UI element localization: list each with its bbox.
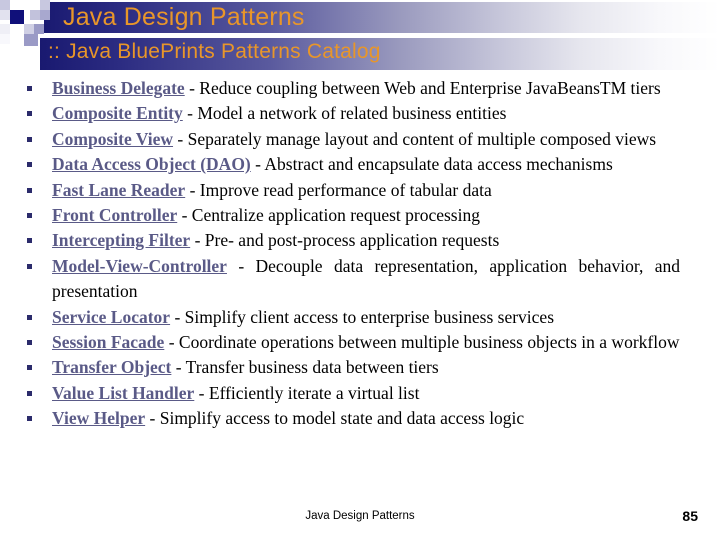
list-item: Value List Handler - Efficiently iterate… (0, 381, 720, 406)
pattern-description: - Improve read performance of tabular da… (185, 179, 492, 200)
list-item: Fast Lane Reader - Improve read performa… (0, 178, 720, 203)
pattern-description: - Centralize application request process… (177, 205, 480, 226)
decor-square (0, 34, 10, 44)
bullet-icon (27, 111, 32, 117)
pattern-description: - Transfer business data between tiers (171, 357, 439, 378)
slide-header: Java Design Patterns :: Java BluePrints … (0, 0, 720, 76)
list-item: Transfer Object - Transfer business data… (0, 355, 720, 380)
pattern-description: - Reduce coupling between Web and Enterp… (184, 78, 661, 98)
decor-square (40, 10, 50, 20)
list-item: Service Locator - Simplify client access… (0, 305, 720, 330)
list-item: Session Facade - Coordinate operations b… (0, 330, 720, 355)
list-item: Business Delegate - Reduce coupling betw… (0, 76, 720, 101)
pattern-list: Business Delegate - Reduce coupling betw… (0, 76, 720, 432)
list-item: Intercepting Filter - Pre- and post-proc… (0, 228, 720, 253)
pattern-link[interactable]: Fast Lane Reader (52, 180, 185, 200)
pattern-description: - Simplify client access to enterprise b… (170, 306, 555, 327)
list-item: Front Controller - Centralize applicatio… (0, 203, 720, 228)
decor-square (10, 0, 20, 10)
bullet-icon (27, 365, 32, 371)
pattern-link[interactable]: Intercepting Filter (52, 230, 190, 250)
pattern-link[interactable]: Transfer Object (52, 357, 171, 377)
list-item: Model-View-Controller - Decouple data re… (0, 254, 720, 305)
pattern-link[interactable]: Business Delegate (52, 78, 185, 98)
bullet-icon (27, 187, 32, 193)
bullet-icon (27, 416, 32, 422)
pattern-description: - Abstract and encapsulate data access m… (250, 154, 613, 175)
pattern-catalog-content: Business Delegate - Reduce coupling betw… (0, 76, 720, 432)
pattern-description: - Separately manage layout and content o… (173, 128, 657, 149)
decor-square (0, 10, 10, 20)
pattern-link[interactable]: Data Access Object (DAO) (52, 154, 251, 174)
bullet-icon (27, 162, 32, 168)
bullet-icon (27, 213, 32, 219)
decor-square (40, 0, 50, 10)
bullet-icon (27, 390, 32, 396)
pattern-description: - Coordinate operations between multiple… (164, 332, 680, 353)
slide-footer: Java Design Patterns 85 (0, 508, 720, 532)
decorative-squares (0, 0, 70, 62)
pattern-link[interactable]: Service Locator (52, 307, 170, 327)
bullet-icon (27, 238, 32, 244)
decor-square (30, 10, 40, 20)
pattern-description: - Efficiently iterate a virtual list (194, 382, 420, 403)
pattern-link[interactable]: Value List Handler (52, 383, 194, 403)
bullet-icon (27, 86, 32, 91)
page-number: 85 (682, 508, 698, 524)
pattern-link[interactable]: Composite View (52, 129, 173, 149)
decor-square (30, 0, 40, 10)
pattern-description: - Model a network of related business en… (182, 103, 507, 124)
decor-square (34, 24, 44, 34)
decor-square (24, 34, 38, 46)
bullet-icon (27, 340, 32, 346)
list-item: Data Access Object (DAO) - Abstract and … (0, 152, 720, 177)
footer-title: Java Design Patterns (305, 510, 415, 522)
pattern-link[interactable]: Front Controller (52, 205, 177, 225)
decor-square (10, 34, 20, 44)
bullet-icon (27, 263, 32, 269)
decor-square (0, 24, 10, 34)
decor-square (0, 0, 10, 10)
pattern-description: - Pre- and post-process application requ… (190, 230, 500, 251)
list-item: Composite View - Separately manage layou… (0, 127, 720, 152)
bullet-icon (27, 136, 32, 142)
bullet-icon (27, 314, 32, 320)
pattern-link[interactable]: Session Facade (52, 332, 164, 352)
pattern-link[interactable]: Composite Entity (52, 103, 183, 123)
page-title: Java Design Patterns (63, 3, 305, 31)
page-subtitle: :: Java BluePrints Patterns Catalog (48, 40, 381, 63)
pattern-link[interactable]: Model-View-Controller (52, 256, 227, 276)
decor-square (10, 10, 24, 24)
pattern-link[interactable]: View Helper (52, 408, 145, 428)
decor-square (24, 24, 34, 34)
list-item: View Helper - Simplify access to model s… (0, 406, 720, 431)
pattern-description: - Simplify access to model state and dat… (145, 408, 525, 429)
decor-square (20, 0, 30, 10)
list-item: Composite Entity - Model a network of re… (0, 101, 720, 126)
